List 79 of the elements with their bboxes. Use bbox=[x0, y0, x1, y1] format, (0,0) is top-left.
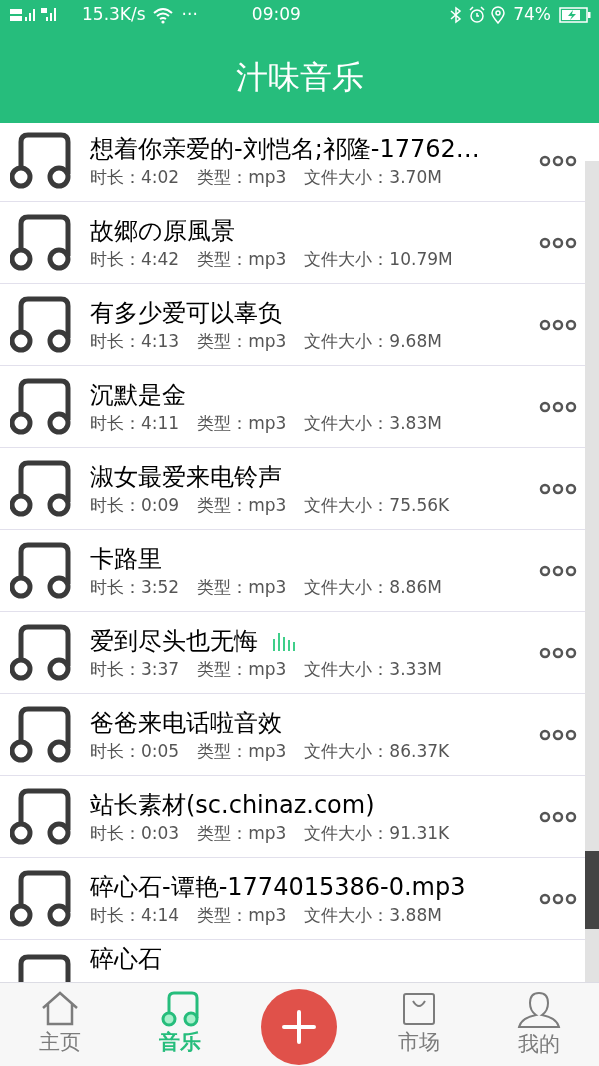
file-type: 类型：mp3 bbox=[197, 493, 287, 517]
scrollbar[interactable] bbox=[585, 161, 599, 982]
file-size: 文件大小：3.88M bbox=[304, 903, 442, 927]
song-row[interactable]: 站长素材(sc.chinaz.com) 时长：0:03 类型：mp3 文件大小：91.31K bbox=[0, 776, 585, 858]
file-type: 类型：mp3 bbox=[197, 575, 287, 599]
song-row[interactable]: 想着你亲爱的-刘恺名;祁隆-17762… 时长：4:02 类型：mp3 文件大小：3.70M bbox=[0, 123, 585, 202]
file-size: 文件大小：75.56K bbox=[304, 493, 450, 517]
file-size: 文件大小：3.33M bbox=[304, 657, 442, 681]
song-duration: 时长：4:42 bbox=[90, 247, 180, 271]
song-duration: 时长：4:14 bbox=[90, 903, 180, 927]
nav-tab[interactable]: 我的 bbox=[479, 983, 599, 1059]
song-title: 淑女最爱来电铃声 bbox=[90, 461, 282, 493]
song-duration: 时长：0:05 bbox=[90, 739, 180, 763]
alarm-icon bbox=[469, 6, 486, 24]
bluetooth-icon bbox=[449, 6, 464, 24]
song-title: 卡路里 bbox=[90, 543, 162, 575]
file-type: 类型：mp3 bbox=[197, 739, 287, 763]
file-type: 类型：mp3 bbox=[197, 657, 287, 681]
song-duration: 时长：4:11 bbox=[90, 411, 180, 435]
file-type: 类型：mp3 bbox=[197, 821, 287, 845]
more-indicator: ··· bbox=[181, 3, 198, 27]
nav-tab[interactable]: 市场 bbox=[359, 983, 480, 1057]
nav-tab[interactable]: 主页 bbox=[0, 983, 120, 1057]
song-title: 沉默是金 bbox=[90, 379, 186, 411]
shopping-bag-icon bbox=[401, 991, 438, 1027]
more-options-icon[interactable] bbox=[539, 728, 577, 741]
more-options-icon[interactable] bbox=[539, 810, 577, 823]
location-icon bbox=[491, 6, 506, 24]
network-speed: 15.3K/s bbox=[82, 3, 146, 27]
song-duration: 时长：4:02 bbox=[90, 165, 180, 189]
song-duration: 时长：0:09 bbox=[90, 493, 180, 517]
file-size: 文件大小：86.37K bbox=[304, 739, 450, 763]
file-size: 文件大小：91.31K bbox=[304, 821, 450, 845]
song-title: 碎心石-谭艳-1774015386-0.mp3 bbox=[90, 871, 466, 903]
battery-charging-icon bbox=[559, 7, 591, 23]
clock: 09:09 bbox=[251, 3, 301, 27]
app-title: 汁味音乐 bbox=[235, 56, 364, 98]
song-row[interactable]: 卡路里 时长：3:52 类型：mp3 文件大小：8.86M bbox=[0, 530, 585, 612]
song-row[interactable]: 淑女最爱来电铃声 时长：0:09 类型：mp3 文件大小：75.56K bbox=[0, 448, 585, 530]
more-options-icon[interactable] bbox=[539, 154, 577, 167]
file-size: 文件大小：3.83M bbox=[304, 411, 442, 435]
user-icon bbox=[517, 991, 562, 1029]
song-title: 爸爸来电话啦音效 bbox=[90, 707, 282, 739]
song-row[interactable]: 故郷の原風景 时长：4:42 类型：mp3 文件大小：10.79M bbox=[0, 202, 585, 284]
file-type: 类型：mp3 bbox=[197, 165, 287, 189]
file-size: 文件大小：3.70M bbox=[304, 165, 442, 189]
song-row[interactable]: 爱到尽头也无悔 时长：3:37 类型：mp3 文件大小：3.33M bbox=[0, 612, 585, 694]
song-row[interactable]: 爸爸来电话啦音效 时长：0:05 类型：mp3 文件大小：86.37K bbox=[0, 694, 585, 776]
more-options-icon[interactable] bbox=[539, 564, 577, 577]
file-size: 文件大小：9.68M bbox=[304, 329, 442, 353]
song-title: 爱到尽头也无悔 bbox=[90, 625, 258, 657]
song-title: 有多少爱可以辜负 bbox=[90, 297, 282, 329]
song-duration: 时长：0:03 bbox=[90, 821, 180, 845]
song-title: 碎心石 bbox=[90, 945, 162, 973]
more-options-icon[interactable] bbox=[539, 318, 577, 331]
more-options-icon[interactable] bbox=[539, 236, 577, 249]
more-options-icon[interactable] bbox=[539, 892, 577, 905]
battery-percent: 74% bbox=[513, 3, 551, 27]
wifi-icon bbox=[151, 6, 174, 24]
file-type: 类型：mp3 bbox=[197, 329, 287, 353]
file-size: 文件大小：10.79M bbox=[304, 247, 453, 271]
song-title: 想着你亲爱的-刘恺名;祁隆-17762… bbox=[90, 133, 480, 165]
song-duration: 时长：3:37 bbox=[90, 657, 180, 681]
song-title: 故郷の原風景 bbox=[90, 215, 235, 247]
plus-icon bbox=[281, 1009, 318, 1045]
song-row[interactable]: 有多少爱可以辜负 时长：4:13 类型：mp3 文件大小：9.68M bbox=[0, 284, 585, 366]
song-duration: 时长：3:52 bbox=[90, 575, 180, 599]
more-options-icon[interactable] bbox=[539, 400, 577, 413]
music-note-icon bbox=[159, 991, 200, 1027]
song-duration: 时长：4:13 bbox=[90, 329, 180, 353]
file-type: 类型：mp3 bbox=[197, 247, 287, 271]
song-title: 站长素材(sc.chinaz.com) bbox=[90, 789, 375, 821]
more-options-icon[interactable] bbox=[539, 646, 577, 659]
more-options-icon[interactable] bbox=[539, 482, 577, 495]
file-size: 文件大小：8.86M bbox=[304, 575, 442, 599]
song-row[interactable]: 沉默是金 时长：4:11 类型：mp3 文件大小：3.83M bbox=[0, 366, 585, 448]
file-type: 类型：mp3 bbox=[197, 411, 287, 435]
song-row[interactable]: 碎心石-谭艳-1774015386-0.mp3 时长：4:14 类型：mp3 文件大小：3.88M bbox=[0, 858, 585, 940]
file-type: 类型：mp3 bbox=[197, 903, 287, 927]
